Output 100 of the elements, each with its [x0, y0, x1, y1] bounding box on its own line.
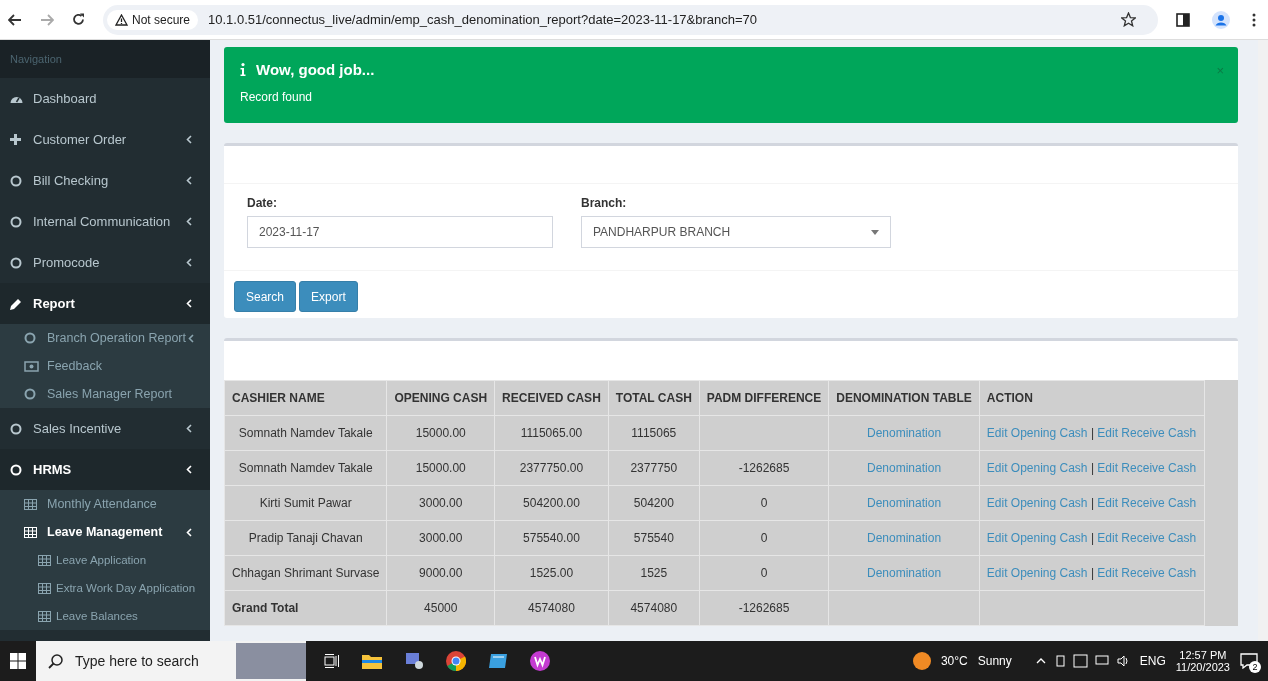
denomination-link[interactable]: Denomination: [867, 531, 942, 545]
computer-icon[interactable]: [404, 652, 424, 670]
search-button[interactable]: Search: [234, 281, 297, 312]
language-indicator[interactable]: ENG: [1139, 654, 1166, 668]
date-field[interactable]: 2023-11-17: [247, 216, 553, 248]
column-header: DENOMINATION TABLE: [828, 380, 980, 416]
sun-icon: [912, 652, 931, 670]
sidebar-item[interactable]: Sales Incentive: [0, 408, 210, 449]
link-separator: |: [1090, 531, 1094, 545]
edit-opening-cash-link[interactable]: Edit Opening Cash: [986, 531, 1088, 545]
column-header: TOTAL CASH: [608, 380, 700, 416]
export-button[interactable]: Export: [299, 281, 358, 312]
back-icon[interactable]: [8, 13, 22, 26]
sidebar-item[interactable]: Sales Manager Report: [0, 380, 210, 408]
sidebar-item[interactable]: Branch Operation Report: [0, 324, 210, 352]
sidebar-item[interactable]: HRMS: [0, 449, 210, 490]
temperature: 30°C: [940, 654, 968, 668]
table-icon: [38, 582, 51, 594]
table-cell: 1525.00: [494, 555, 609, 591]
sidebar-item[interactable]: Leave Balances: [0, 602, 210, 630]
branch-label: Branch:: [581, 196, 628, 210]
table-cell: 1115065: [608, 415, 700, 451]
table-icon: [24, 526, 37, 538]
chevron-up-icon[interactable]: [1035, 658, 1046, 664]
denomination-link[interactable]: Denomination: [867, 496, 942, 510]
star-icon[interactable]: [1121, 12, 1136, 27]
reload-icon[interactable]: [72, 13, 85, 26]
table-cell: 575540: [608, 520, 700, 556]
menu-icon[interactable]: [1252, 12, 1256, 27]
table-icon: [38, 610, 51, 622]
edit-receive-cash-link[interactable]: Edit Receive Cash: [1097, 426, 1197, 440]
chrome-icon[interactable]: [446, 651, 466, 671]
security-indicator[interactable]: Not secure: [107, 9, 199, 30]
tray-icons[interactable]: [1055, 654, 1130, 668]
table-cell: Kirti Sumit Pawar: [224, 485, 387, 521]
table-cell: -1262685: [699, 450, 829, 486]
sidebar-item[interactable]: Bill Checking: [0, 160, 210, 201]
sidebar-item[interactable]: Leave Application: [0, 546, 210, 574]
denomination-link[interactable]: Denomination: [867, 426, 942, 440]
table-cell: 2377750: [608, 450, 700, 486]
table-cell: Pradip Tanaji Chavan: [224, 520, 387, 556]
sidebar-item[interactable]: Monthly Attendance: [0, 490, 210, 518]
sidebar-item[interactable]: Dashboard: [0, 78, 210, 119]
edit-receive-cash-link[interactable]: Edit Receive Cash: [1097, 531, 1197, 545]
sidebar-item[interactable]: Internal Communication: [0, 201, 210, 242]
column-header: ACTION: [979, 380, 1205, 416]
edit-opening-cash-link[interactable]: Edit Opening Cash: [986, 426, 1088, 440]
edit-opening-cash-link[interactable]: Edit Opening Cash: [986, 496, 1088, 510]
sidebar-header: Navigation: [0, 40, 210, 78]
circle-icon: [10, 463, 22, 476]
edit-receive-cash-link[interactable]: Edit Receive Cash: [1097, 461, 1197, 475]
sidebar-item[interactable]: Promocode: [0, 242, 210, 283]
sidebar-item[interactable]: Customer Order: [0, 119, 210, 160]
circle-icon: [10, 174, 22, 187]
photo-placeholder: [236, 643, 306, 679]
denomination-link[interactable]: Denomination: [867, 461, 942, 475]
table-cell: -1262685: [699, 590, 829, 626]
window-icon[interactable]: [488, 653, 508, 669]
table-cell: 4574080: [494, 590, 609, 626]
taskbar-search-field[interactable]: Type here to search: [36, 641, 306, 681]
circle-icon: [24, 332, 36, 344]
sidebar-item[interactable]: Feedback: [0, 352, 210, 380]
clock[interactable]: 12:57 PM 11/20/2023: [1175, 649, 1230, 673]
table-cell: Somnath Namdev Takale: [224, 415, 387, 451]
table-cell: 1115065.00: [494, 415, 609, 451]
table-cell: 45000: [386, 590, 495, 626]
weather-condition: Sunny: [977, 654, 1012, 668]
table-cell: 0: [699, 520, 829, 556]
circle-icon: [10, 422, 22, 435]
table-cell: 0: [699, 555, 829, 591]
info-icon: [240, 63, 246, 76]
sidebar-item[interactable]: Extra Work Day Application: [0, 574, 210, 602]
table-icon: [24, 498, 37, 510]
table-cell: 1525: [608, 555, 700, 591]
link-separator: |: [1090, 496, 1094, 510]
edit-receive-cash-link[interactable]: Edit Receive Cash: [1097, 566, 1197, 580]
column-header: OPENING CASH: [386, 380, 495, 416]
circle-icon: [10, 215, 22, 228]
profile-icon[interactable]: [1212, 10, 1230, 29]
column-header: RECEIVED CASH: [494, 380, 609, 416]
sidebar-item[interactable]: Report: [0, 283, 210, 324]
denomination-link[interactable]: Denomination: [867, 566, 942, 580]
table-cell: 9000.00: [386, 555, 495, 591]
app-icon[interactable]: [530, 651, 550, 671]
branch-select[interactable]: PANDHARPUR BRANCH: [581, 216, 891, 248]
edit-receive-cash-link[interactable]: Edit Receive Cash: [1097, 496, 1197, 510]
address-bar[interactable]: 10.1.0.51/connectus_live/admin/emp_cash_denomination_report?date=2023-11-17&branch=70: [208, 12, 758, 27]
link-separator: |: [1090, 566, 1094, 580]
edit-opening-cash-link[interactable]: Edit Opening Cash: [986, 461, 1088, 475]
column-header: CASHIER NAME: [224, 380, 387, 416]
table-cell: 504200: [608, 485, 700, 521]
table-cell: 0: [699, 485, 829, 521]
pencil-icon: [10, 297, 22, 310]
table-cell: Grand Total: [224, 590, 387, 626]
edit-opening-cash-link[interactable]: Edit Opening Cash: [986, 566, 1088, 580]
task-view-icon[interactable]: [324, 654, 340, 668]
side-panel-icon[interactable]: [1176, 12, 1190, 27]
folder-icon[interactable]: [362, 653, 382, 669]
sidebar-item[interactable]: Leave Management: [0, 518, 210, 546]
windows-logo-icon[interactable]: [10, 653, 26, 669]
